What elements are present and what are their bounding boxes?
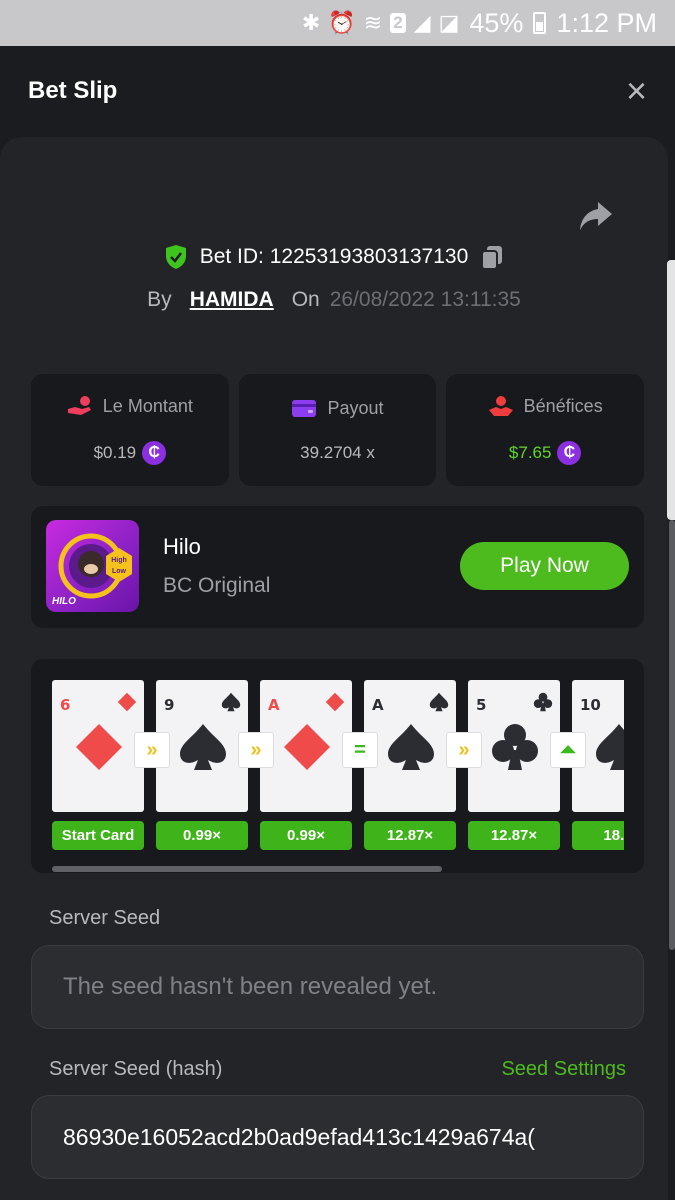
server-seed-label: Server Seed xyxy=(49,907,161,929)
bet-date: 26/08/2022 13:11:35 xyxy=(329,288,521,311)
card-rank: A xyxy=(268,696,280,714)
card-rank: A xyxy=(372,696,384,714)
card-multiplier: 12.87× xyxy=(468,821,560,850)
diamond-suit-icon xyxy=(284,724,330,770)
thumb-badge-low: Low xyxy=(112,568,127,575)
cards-history: 6 Start Card 9 0.99× A 0.99× A 12.87× 5 12.87× 10 1… xyxy=(31,659,644,873)
card-multiplier: Start Card xyxy=(52,821,144,850)
game-thumbnail[interactable]: High Low HILO xyxy=(46,520,139,612)
on-label: On xyxy=(291,288,320,311)
cards-track[interactable]: 6 Start Card 9 0.99× A 0.99× A 12.87× 5 12.87× 10 1… xyxy=(52,680,624,852)
card-rank: 9 xyxy=(164,696,175,714)
coin-icon: ₵ xyxy=(142,441,167,465)
share-icon[interactable] xyxy=(578,200,614,232)
stat-payout-label: Payout xyxy=(327,397,384,418)
signal-icon: ◢ xyxy=(413,10,431,35)
bet-id: Bet ID: 12253193803137130 xyxy=(199,245,469,268)
clock: 1:12 PM xyxy=(556,7,657,38)
spade-suit-icon xyxy=(388,724,434,770)
battery-icon xyxy=(533,12,547,34)
playing-card: 6 xyxy=(52,680,144,812)
card-rank: 5 xyxy=(476,696,487,714)
hand-coins-icon xyxy=(67,396,91,415)
stat-profit: Bénéfices $7.65 ₵ xyxy=(446,374,645,486)
card-rank: 6 xyxy=(60,696,71,714)
status-bar: ✱ ⏰ ≋ 2 ◢ ◪ 45% 1:12 PM xyxy=(0,0,675,46)
server-seed-hash-label: Server Seed (hash) xyxy=(49,1058,223,1080)
server-seed-hash-field[interactable]: 86930e16052acd2b0ad9efad413c1429a674a( xyxy=(31,1095,644,1179)
header: Bet Slip × xyxy=(0,46,675,136)
signal-icon-2: ◪ xyxy=(438,10,460,35)
status-icons: ✱ ⏰ ≋ 2 ◢ ◪ xyxy=(302,10,459,36)
stat-profit-label: Bénéfices xyxy=(523,395,603,416)
profit-icon xyxy=(488,396,513,416)
stat-amount-value: $0.19 xyxy=(93,443,137,462)
card-multiplier: 0.99× xyxy=(260,821,352,850)
bluetooth-icon: ✱ xyxy=(301,10,321,35)
stat-amount: Le Montant $0.19 ₵ xyxy=(31,374,229,486)
guess-arrow-icon: » xyxy=(238,732,274,768)
diamond-suit-icon xyxy=(76,724,122,770)
wallet-icon xyxy=(292,400,317,417)
thumb-badge-high: High xyxy=(111,557,127,564)
card-rank: 10 xyxy=(580,696,601,714)
shield-check-icon xyxy=(165,245,186,269)
page-title: Bet Slip xyxy=(28,77,118,104)
guess-arrow-icon: » xyxy=(134,732,170,768)
stat-payout: Payout 39.2704 x xyxy=(238,374,437,486)
spade-suit-icon xyxy=(221,692,241,712)
diamond-suit-icon xyxy=(325,692,345,712)
diamond-suit-icon xyxy=(117,692,137,712)
game-name: Hilo xyxy=(163,534,201,559)
guess-arrow-icon: = xyxy=(342,732,378,768)
stat-amount-label: Le Montant xyxy=(102,395,193,416)
seed-settings-link[interactable]: Seed Settings xyxy=(501,1058,626,1081)
guess-arrow-icon: » xyxy=(446,732,482,768)
bet-stats: Le Montant $0.19 ₵ Payout 39.2704 x Béné… xyxy=(31,374,645,486)
club-suit-icon xyxy=(492,724,538,770)
card-multiplier: 0.99× xyxy=(156,821,248,850)
close-icon[interactable]: × xyxy=(626,73,647,109)
bet-owner-row: By HAMIDA On 26/08/2022 13:11:35 xyxy=(0,288,668,312)
username-link[interactable]: HAMIDA xyxy=(190,288,274,312)
stat-profit-value: $7.65 xyxy=(508,443,552,462)
card-multiplier: 18.5 xyxy=(572,821,624,850)
play-now-button[interactable]: Play Now xyxy=(460,542,629,590)
spade-suit-icon xyxy=(596,724,624,770)
sim-badge: 2 xyxy=(390,13,406,33)
spade-suit-icon xyxy=(429,692,449,712)
edge-scroll-hint xyxy=(667,260,675,520)
horizontal-scrollbar[interactable] xyxy=(52,866,442,872)
by-label: By xyxy=(147,288,172,311)
alarm-icon: ⏰ xyxy=(328,10,356,35)
battery-percent: 45% xyxy=(469,7,524,38)
server-seed-field: The seed hasn't been revealed yet. xyxy=(31,945,644,1029)
bet-id-row: Bet ID: 12253193803137130 xyxy=(0,244,668,270)
club-suit-icon xyxy=(533,692,553,712)
coin-icon: ₵ xyxy=(557,441,582,465)
wifi-icon: ≋ xyxy=(363,10,383,35)
guess-arrow-icon: ⏶ xyxy=(550,732,586,768)
card-multiplier: 12.87× xyxy=(364,821,456,850)
thumb-label: HILO xyxy=(52,596,76,607)
copy-icon[interactable] xyxy=(480,244,504,270)
spade-suit-icon xyxy=(180,724,226,770)
vertical-scrollbar[interactable] xyxy=(669,520,675,950)
hilo-logo-art: High Low HILO xyxy=(52,533,132,607)
game-provider: BC Original xyxy=(163,574,271,597)
game-card: High Low HILO Hilo BC Original Play Now xyxy=(31,506,644,628)
stat-payout-value: 39.2704 x xyxy=(300,442,375,462)
